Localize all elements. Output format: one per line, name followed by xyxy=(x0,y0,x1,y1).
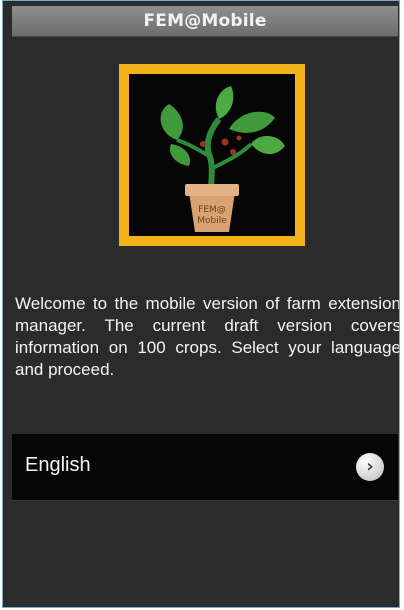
plant-in-pot-icon: FEM@ Mobile xyxy=(160,86,285,232)
svg-text:Mobile: Mobile xyxy=(197,216,227,226)
language-option-english[interactable]: English › xyxy=(12,434,398,501)
main-screen: FEM@ Mobile Welcome to the mobile versio… xyxy=(12,37,400,607)
svg-text:FEM@: FEM@ xyxy=(198,205,226,215)
language-label: English xyxy=(25,454,91,476)
app-frame: FEM@Mobile FEM@ Mobile Welcome to the mo… xyxy=(2,0,400,608)
app-logo: FEM@ Mobile xyxy=(119,64,305,246)
chevron-right-icon[interactable]: › xyxy=(356,453,384,481)
welcome-message: Welcome to the mobile version of farm ex… xyxy=(15,294,400,379)
title-bar: FEM@Mobile xyxy=(12,6,398,37)
logo-inner: FEM@ Mobile xyxy=(129,74,295,236)
